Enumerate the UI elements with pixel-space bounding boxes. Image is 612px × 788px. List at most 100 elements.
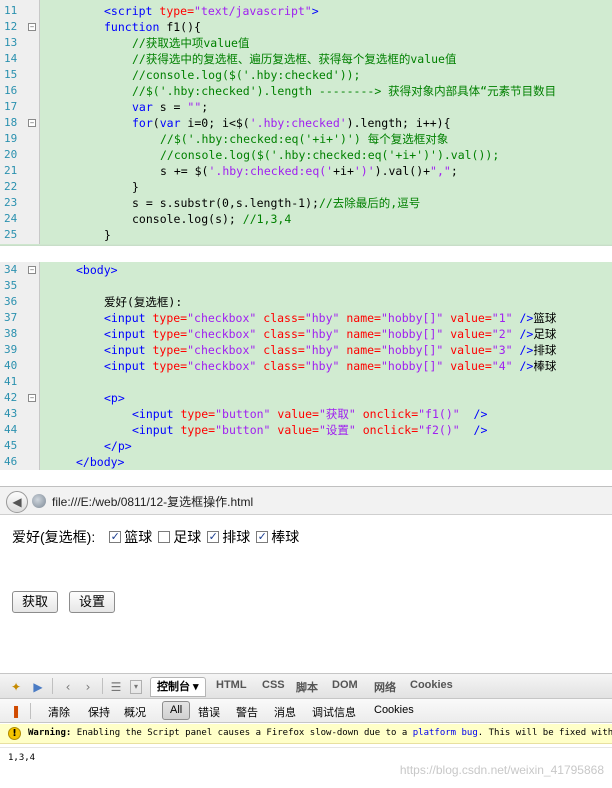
hobby-checkbox-3[interactable]: ✓ 排球 [207,527,250,547]
hobby-checkbox-2[interactable]: 足球 [158,527,201,547]
break-icon[interactable]: ❚ [8,703,24,719]
code-token: } [132,180,139,194]
code-token: '.hby:checked' [249,116,347,130]
code-token: class= [263,327,305,341]
code-token: //去除最后的,逗号 [318,196,421,210]
code-token: s = s.substr(0,s.length-1); [132,196,319,210]
firebug-icon[interactable]: ✦ [8,679,24,695]
fold-icon[interactable]: − [28,266,36,274]
tab-0[interactable]: HTML [216,679,247,691]
checkbox-label: 棒球 [271,529,300,545]
code-line: 36 爱好(复选框): [0,294,612,310]
line-number: 19 [4,132,18,145]
line-number: 24 [4,212,18,225]
code-line: 19 //$('.hby:checked:eq('+i+')') 每个复选框对象 [0,131,612,147]
code-token: value= [277,407,319,421]
back-button[interactable]: ◀ [6,491,28,513]
code-token: "4" [491,359,520,373]
code-token: function [104,20,167,34]
code-token: <input [104,311,153,325]
checkbox-checked-icon[interactable]: ✓ [109,531,122,543]
forward-nav-icon[interactable]: › [80,679,96,695]
tab-2[interactable]: 脚本 [296,679,318,695]
code-text: //$('.hby:checked').length --------> 获得对… [132,83,556,99]
code-line: 21 s += $('.hby:checked:eq('+i+')').val()… [0,163,612,179]
code-text: 爱好(复选框): [104,294,182,310]
filter-2[interactable]: 概况 [124,704,146,720]
hobby-checkbox-1[interactable]: ✓ 篮球 [109,527,152,547]
code-editor-top: 11 <script type="text/javascript"> 12− func… [0,0,612,246]
filter-0[interactable]: 清除 [48,704,70,720]
code-text: //$('.hby:checked:eq('+i+')') 每个复选框对象 [160,131,448,147]
url-input[interactable]: file:///E:/web/0811/12-复选框操作.html [52,493,253,510]
tab-5[interactable]: Cookies [410,679,453,691]
code-token: onclick= [362,423,419,437]
filter-1[interactable]: 保持 [88,704,110,720]
code-token: type= [159,4,195,18]
line-number: 44 [4,423,18,436]
code-token: var [132,100,160,114]
checkbox-unchecked-icon[interactable] [158,531,171,543]
code-token: class= [263,359,305,373]
code-line: 34 − <body> [0,262,612,278]
code-text: <input type="checkbox" class="hby" name=… [104,342,556,358]
code-token: "checkbox" [187,327,264,341]
fold-icon[interactable]: − [28,23,36,31]
tab-4[interactable]: 网络 [374,679,396,695]
panel-cut [0,244,612,246]
set-button[interactable]: 设置 [69,591,116,613]
hobby-checkbox-4[interactable]: ✓ 棒球 [256,527,299,547]
code-token: "hobby[]" [380,311,451,325]
console-filter-bar: ❚ 清除 保持 概况 All 错误 警告 消息 调试信息 Cookies [0,699,612,723]
code-token: ')' [353,164,375,178]
code-token: <input [104,359,153,373]
code-token: name= [346,359,381,373]
code-token: s = [159,100,188,114]
code-text: s += $('.hby:checked:eq('+i+')').val()+"… [160,163,458,179]
code-line: 46 </body> [0,454,612,470]
back-nav-icon[interactable]: ‹ [60,679,76,695]
code-text: </p> [104,438,132,454]
hobby-row: 爱好(复选框): ✓ 篮球 足球 ✓ 排球 ✓ 棒球 [12,527,299,547]
line-number: 12 [4,20,18,33]
tab-console[interactable]: 控制台 ▾ [150,677,206,697]
code-token: "3" [491,343,520,357]
inspect-icon[interactable]: ▶ [30,679,46,695]
checkbox-checked-icon[interactable]: ✓ [256,531,269,543]
menu-lines-icon[interactable]: ☰ [108,679,124,695]
fold-icon[interactable]: − [28,119,36,127]
code-token: ; [450,164,458,178]
fold-icon[interactable]: − [28,394,36,402]
checkbox-checked-icon[interactable]: ✓ [207,531,220,543]
code-token: /> [519,327,534,341]
filter-right-4[interactable]: Cookies [374,704,414,716]
dropdown-icon[interactable]: ▾ [130,680,142,694]
code-token: class= [263,311,305,325]
code-token: "1" [491,311,520,325]
code-text: console.log(s); //1,3,4 [132,211,291,227]
line-number: 18 [4,116,18,129]
code-token: console.log(s); [132,212,243,226]
filter-right-0[interactable]: 错误 [198,704,220,720]
code-text: //获得选中的复选框、遍历复选框、获得每个复选框的value值 [132,51,456,67]
tab-3[interactable]: DOM [332,679,358,691]
filter-right-3[interactable]: 调试信息 [312,704,356,720]
platform-bug-link[interactable]: platform bug [413,728,478,738]
line-number: 11 [4,4,18,17]
warning-title: Warning: [28,728,72,738]
code-token: "hby" [304,343,347,357]
code-line: 42 − <p> [0,390,612,406]
watermark: https://blog.csdn.net/weixin_41795868 [399,763,604,777]
code-line: 39 <input type="checkbox" class="hby" nam… [0,342,612,358]
line-number: 34 [4,263,18,276]
filter-all-button[interactable]: All [162,701,191,720]
code-token: +i+ [333,164,354,178]
filter-right-2[interactable]: 消息 [274,704,296,720]
code-token: ).length; i++){ [346,116,451,130]
code-token: type= [180,423,216,437]
code-token: "设置" [318,423,363,437]
filter-right-1[interactable]: 警告 [236,704,258,720]
code-token: "f1()" [418,407,467,421]
get-button[interactable]: 获取 [12,591,59,613]
tab-1[interactable]: CSS [262,679,285,691]
